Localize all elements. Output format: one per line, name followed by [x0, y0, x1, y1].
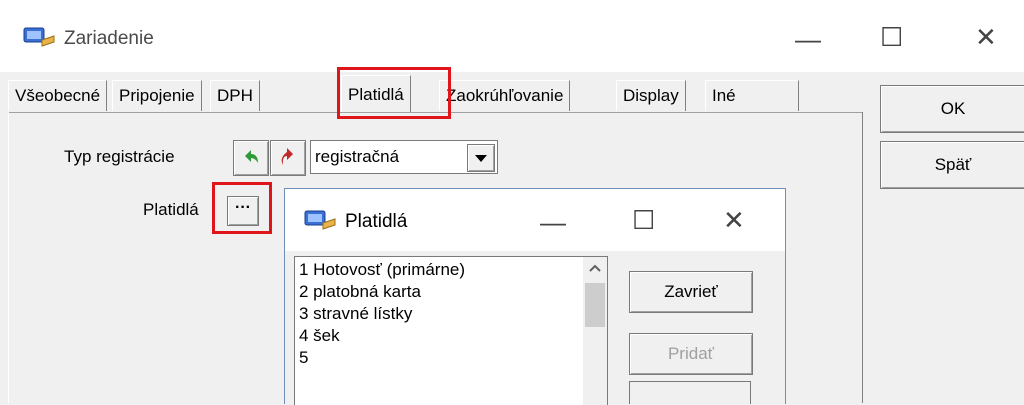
undo-button[interactable]	[233, 140, 269, 176]
typ-registracie-value: registračná	[315, 147, 400, 166]
maximize-button[interactable]: ☐	[880, 24, 903, 50]
dialog-title: Platidlá	[345, 211, 408, 232]
typ-registracie-select[interactable]: registračná	[310, 140, 498, 174]
listbox-items: 1 Hotovosť (primárne) 2 platobná karta 3…	[295, 259, 585, 369]
dialog-close-button[interactable]: ✕	[723, 207, 745, 233]
window-title: Zariadenie	[64, 28, 154, 49]
tab-zaokruhlovanie[interactable]: Zaokrúhľovanie	[439, 80, 571, 111]
tab-vseobecne[interactable]: Všeobecné	[8, 80, 108, 111]
computer-icon	[23, 27, 55, 47]
tab-ine[interactable]: Iné	[705, 80, 799, 111]
next-button-partial[interactable]	[629, 381, 751, 404]
tab-highlight-box	[337, 67, 451, 119]
pridat-button[interactable]: Pridať	[629, 333, 753, 375]
browse-highlight-box	[212, 182, 272, 234]
main-title-bar[interactable]: Zariadenie — ☐ ✕	[0, 0, 1024, 72]
back-button[interactable]: Späť	[880, 141, 1024, 189]
undo-arrow-icon	[245, 150, 258, 163]
dialog-minimize-button[interactable]: —	[540, 209, 566, 235]
minimize-button[interactable]: —	[795, 26, 821, 52]
computer-icon	[304, 210, 336, 230]
chevron-down-icon	[475, 155, 487, 162]
listbox-scrollbar[interactable]	[583, 257, 607, 405]
dialog-title-bar[interactable]: Platidlá — ☐ ✕	[285, 189, 785, 251]
platidla-label: Platidlá	[143, 200, 199, 219]
list-item[interactable]: 2 platobná karta	[295, 281, 585, 303]
panel-right-edge	[862, 112, 863, 403]
tab-dph[interactable]: DPH	[210, 80, 260, 111]
payment-listbox[interactable]: 1 Hotovosť (primárne) 2 platobná karta 3…	[294, 256, 608, 405]
scrollbar-thumb[interactable]	[585, 283, 605, 327]
typ-registracie-label: Typ registrácie	[64, 147, 175, 166]
list-item[interactable]: 3 stravné lístky	[295, 303, 585, 325]
panel-left-edge	[8, 112, 9, 403]
tab-pripojenie[interactable]: Pripojenie	[112, 80, 202, 111]
list-item[interactable]: 5	[295, 347, 585, 369]
redo-button[interactable]	[270, 140, 306, 176]
list-item[interactable]: 4 šek	[295, 325, 585, 347]
list-item[interactable]: 1 Hotovosť (primárne)	[295, 259, 585, 281]
zavriet-button[interactable]: Zavrieť	[629, 271, 753, 313]
ok-button[interactable]: OK	[880, 85, 1024, 133]
dialog-maximize-button[interactable]: ☐	[632, 207, 655, 233]
tab-display[interactable]: Display	[616, 80, 686, 111]
platidla-dialog: Platidlá — ☐ ✕ 1 Hotovosť (primárne) 2 p…	[284, 188, 786, 405]
close-button[interactable]: ✕	[975, 24, 997, 50]
redo-arrow-icon	[281, 148, 293, 165]
scroll-up-arrow-icon[interactable]	[583, 257, 607, 279]
dropdown-button[interactable]	[467, 144, 495, 172]
